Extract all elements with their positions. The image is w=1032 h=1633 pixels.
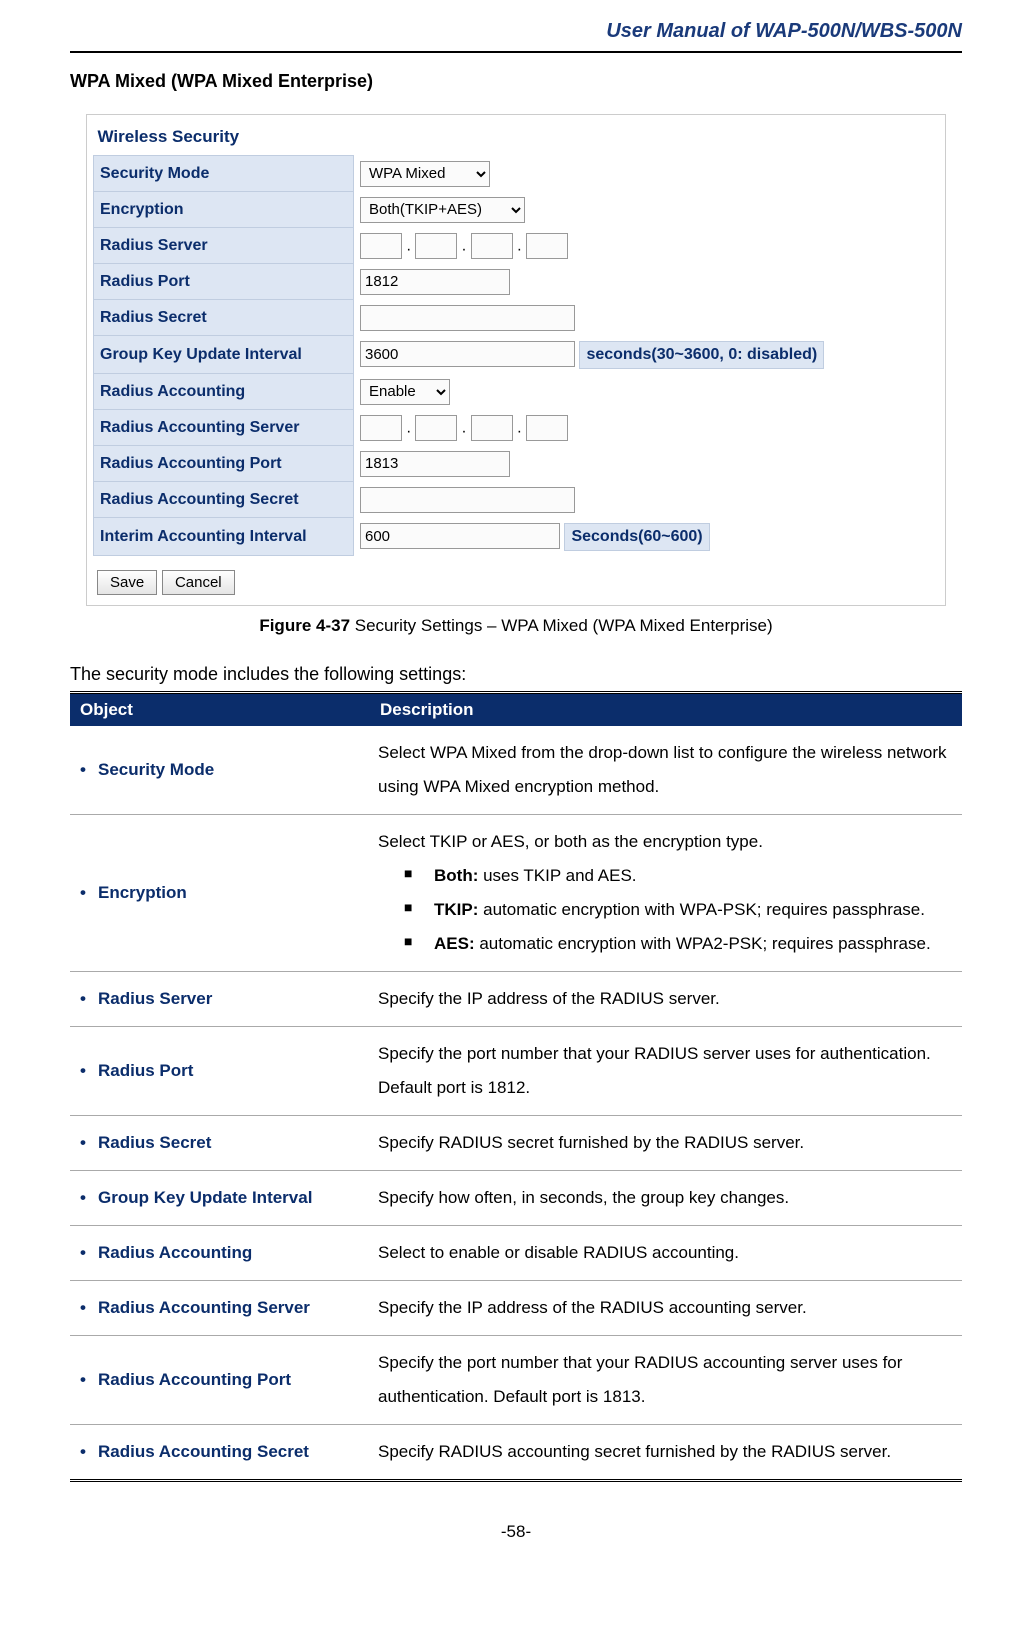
radius-acct-select[interactable]: Enable	[360, 379, 450, 405]
table-row: •Radius SecretSpecify RADIUS secret furn…	[70, 1116, 962, 1171]
label-radius-acct: Radius Accounting	[94, 374, 354, 410]
radius-server-ip-1[interactable]	[360, 233, 402, 259]
figure-caption-text: Security Settings – WPA Mixed (WPA Mixed…	[355, 616, 773, 635]
object-cell: •Group Key Update Interval	[70, 1171, 370, 1226]
object-cell: •Radius Accounting Port	[70, 1336, 370, 1425]
table-row: •EncryptionSelect TKIP or AES, or both a…	[70, 815, 962, 972]
object-cell: •Radius Accounting Server	[70, 1281, 370, 1336]
list-item: AES: automatic encryption with WPA2-PSK;…	[404, 927, 954, 961]
col-object: Object	[70, 693, 370, 727]
table-row: •Radius PortSpecify the port number that…	[70, 1027, 962, 1116]
figure-caption: Figure 4-37 Security Settings – WPA Mixe…	[70, 616, 962, 636]
description-cell: Specify the IP address of the RADIUS ser…	[370, 972, 962, 1027]
label-acct-server: Radius Accounting Server	[94, 410, 354, 446]
description-cell: Specify the IP address of the RADIUS acc…	[370, 1281, 962, 1336]
acct-server-ip-3[interactable]	[471, 415, 513, 441]
interim-input[interactable]	[360, 523, 560, 549]
doc-header: User Manual of WAP-500N/WBS-500N	[70, 20, 962, 53]
description-cell: Specify RADIUS accounting secret furnish…	[370, 1425, 962, 1481]
label-acct-secret: Radius Accounting Secret	[94, 482, 354, 518]
radius-server-ip: . . .	[354, 228, 940, 264]
list-item: Both: uses TKIP and AES.	[404, 859, 954, 893]
table-row: •Radius Accounting PortSpecify the port …	[70, 1336, 962, 1425]
cancel-button[interactable]: Cancel	[162, 570, 235, 595]
label-interim: Interim Accounting Interval	[94, 518, 354, 556]
table-row: •Radius Accounting SecretSpecify RADIUS …	[70, 1425, 962, 1481]
object-cell: •Radius Accounting Secret	[70, 1425, 370, 1481]
panel-title: Wireless Security	[94, 121, 940, 156]
label-encryption: Encryption	[94, 192, 354, 228]
radius-secret-input[interactable]	[360, 305, 575, 331]
object-cell: •Radius Secret	[70, 1116, 370, 1171]
screenshot-panel: Wireless Security Security Mode WPA Mixe…	[86, 114, 946, 606]
object-cell: •Encryption	[70, 815, 370, 972]
radius-server-ip-2[interactable]	[415, 233, 457, 259]
label-radius-port: Radius Port	[94, 264, 354, 300]
label-group-key: Group Key Update Interval	[94, 336, 354, 374]
label-radius-secret: Radius Secret	[94, 300, 354, 336]
group-key-input[interactable]	[360, 341, 575, 367]
wireless-security-form: Wireless Security Security Mode WPA Mixe…	[93, 121, 939, 556]
description-cell: Specify RADIUS secret furnished by the R…	[370, 1116, 962, 1171]
description-cell: Select WPA Mixed from the drop-down list…	[370, 726, 962, 815]
description-cell: Specify the port number that your RADIUS…	[370, 1027, 962, 1116]
section-title: WPA Mixed (WPA Mixed Enterprise)	[70, 71, 962, 92]
table-row: •Radius AccountingSelect to enable or di…	[70, 1226, 962, 1281]
table-row: •Security ModeSelect WPA Mixed from the …	[70, 726, 962, 815]
description-cell: Specify how often, in seconds, the group…	[370, 1171, 962, 1226]
object-cell: •Security Mode	[70, 726, 370, 815]
col-description: Description	[370, 693, 962, 727]
encryption-select[interactable]: Both(TKIP+AES)	[360, 197, 525, 223]
object-cell: •Radius Server	[70, 972, 370, 1027]
description-cell: Select TKIP or AES, or both as the encry…	[370, 815, 962, 972]
acct-secret-input[interactable]	[360, 487, 575, 513]
label-security-mode: Security Mode	[94, 156, 354, 192]
acct-server-ip-1[interactable]	[360, 415, 402, 441]
table-row: •Radius Accounting ServerSpecify the IP …	[70, 1281, 962, 1336]
security-mode-select[interactable]: WPA Mixed	[360, 161, 490, 187]
page-number: -58-	[70, 1522, 962, 1542]
object-cell: •Radius Port	[70, 1027, 370, 1116]
save-button[interactable]: Save	[97, 570, 157, 595]
description-table: Object Description •Security ModeSelect …	[70, 691, 962, 1482]
label-radius-server: Radius Server	[94, 228, 354, 264]
interim-suffix: Seconds(60~600)	[564, 523, 709, 551]
group-key-suffix: seconds(30~3600, 0: disabled)	[579, 341, 824, 369]
description-cell: Specify the port number that your RADIUS…	[370, 1336, 962, 1425]
radius-server-ip-3[interactable]	[471, 233, 513, 259]
description-cell: Select to enable or disable RADIUS accou…	[370, 1226, 962, 1281]
radius-port-input[interactable]	[360, 269, 510, 295]
acct-server-ip: . . .	[354, 410, 940, 446]
label-acct-port: Radius Accounting Port	[94, 446, 354, 482]
table-row: •Radius ServerSpecify the IP address of …	[70, 972, 962, 1027]
acct-port-input[interactable]	[360, 451, 510, 477]
object-cell: •Radius Accounting	[70, 1226, 370, 1281]
figure-label: Figure 4-37	[259, 616, 350, 635]
list-item: TKIP: automatic encryption with WPA-PSK;…	[404, 893, 954, 927]
table-row: •Group Key Update IntervalSpecify how of…	[70, 1171, 962, 1226]
acct-server-ip-2[interactable]	[415, 415, 457, 441]
radius-server-ip-4[interactable]	[526, 233, 568, 259]
acct-server-ip-4[interactable]	[526, 415, 568, 441]
intro-text: The security mode includes the following…	[70, 664, 962, 685]
